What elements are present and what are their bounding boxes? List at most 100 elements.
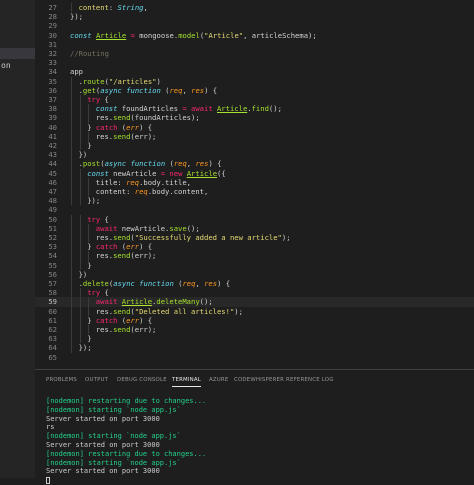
tab-codewhisperer-reference-log[interactable]: CODEWHISPERER REFERENCE LOG xyxy=(234,377,334,383)
code-token: title: xyxy=(95,177,127,187)
sidebar-item[interactable] xyxy=(0,36,36,47)
code-line[interactable]: 32 //Routing xyxy=(35,49,474,58)
tab-azure[interactable]: AZURE xyxy=(209,377,228,383)
tab-debug-console[interactable]: DEBUG CONSOLE xyxy=(117,377,167,383)
terminal-output[interactable]: [nodemon] restarting due to changes... [n… xyxy=(46,397,466,485)
code-line[interactable]: 35 .route("/articles") xyxy=(35,76,474,86)
indent-guide xyxy=(79,297,81,307)
code-line[interactable]: 61} catch (err) { xyxy=(35,315,474,325)
line-number: 31 xyxy=(48,39,57,49)
code-token: (); xyxy=(268,104,282,114)
indent-guide xyxy=(79,131,81,141)
code-line[interactable]: 38 const foundArticles = await Article.fi… xyxy=(35,104,474,114)
code-line[interactable]: 58 try { xyxy=(35,288,474,298)
indent-guide xyxy=(79,122,81,132)
terminal-prompt[interactable] xyxy=(46,476,466,485)
code-token: "Article" xyxy=(204,30,244,40)
code-editor[interactable]: 27 content: String, 28}); 29 30 const Article… xyxy=(35,0,474,369)
code-line[interactable]: 29 xyxy=(35,21,474,30)
code-line[interactable]: 60 res.send("Deleted all articles!"); xyxy=(35,306,474,316)
code-line[interactable]: 63} xyxy=(35,334,474,344)
code-token: req xyxy=(126,177,140,187)
code-line[interactable]: 62 res.send(err); xyxy=(35,325,474,335)
code-line[interactable]: 45 const newArticle = new Article({ xyxy=(35,168,474,178)
indent-guide xyxy=(71,187,72,197)
indent-guide xyxy=(71,141,72,151)
code-line[interactable]: 55} xyxy=(35,260,474,270)
indent-guide xyxy=(71,131,72,141)
code-line[interactable]: 59 await Article.deleteMany(); xyxy=(35,297,474,307)
indent-guide xyxy=(79,187,81,197)
code-line[interactable]: 42} xyxy=(35,141,474,151)
code-line[interactable]: 56}) xyxy=(35,269,474,279)
code-line[interactable]: 30 const Article = mongoose.model("Articl… xyxy=(35,31,474,40)
code-token: send xyxy=(113,233,131,242)
code-token: (); xyxy=(186,223,200,233)
code-text: res.send(err); xyxy=(96,325,157,334)
line-number: 62 xyxy=(48,325,57,334)
code-line[interactable]: 47 content: req.body.content, xyxy=(35,187,474,197)
code-line[interactable]: 33 xyxy=(35,58,474,67)
indent-guide xyxy=(71,315,72,325)
line-number: 40 xyxy=(48,122,57,132)
code-line[interactable]: 39 res.send(foundArticles); xyxy=(35,113,474,123)
indent-guide xyxy=(88,113,90,123)
code-line[interactable]: 34 app xyxy=(35,67,474,76)
code-line[interactable]: 49 xyxy=(35,205,474,214)
terminal-line: [nodemon] starting `node app.js` xyxy=(46,432,181,441)
tab-problems[interactable]: PROBLEMS xyxy=(46,377,77,383)
line-number: 37 xyxy=(48,95,57,104)
code-token: delete xyxy=(82,279,109,288)
code-line[interactable]: 50 try { xyxy=(35,214,474,224)
indent-guide xyxy=(71,3,72,13)
indent-guide xyxy=(71,214,72,224)
code-line[interactable]: 54 res.send(err); xyxy=(35,251,474,261)
code-line[interactable]: 46 title: req.body.title, xyxy=(35,177,474,187)
code-line[interactable]: 65 xyxy=(35,353,474,362)
sidebar-item[interactable] xyxy=(0,72,36,83)
sidebar-item[interactable] xyxy=(0,24,36,35)
indent-guide xyxy=(71,233,72,243)
code-line[interactable]: 40} catch (err) { xyxy=(35,122,474,132)
code-text: .route("/articles") xyxy=(79,77,161,86)
code-line[interactable]: 36 .get(async function (req, res) { xyxy=(35,85,474,95)
code-token: catch xyxy=(95,315,118,325)
code-token: catch xyxy=(95,122,118,132)
sidebar-item[interactable] xyxy=(0,48,36,59)
line-number: 63 xyxy=(48,334,57,344)
indent-guide xyxy=(79,196,81,206)
tab-output[interactable]: OUTPUT xyxy=(85,377,108,383)
code-token: "/articles" xyxy=(108,76,157,86)
code-line[interactable]: 52 res.send("Successfully added a new art… xyxy=(35,233,474,243)
sidebar-item[interactable]: on xyxy=(0,60,36,71)
code-line[interactable]: 48}); xyxy=(35,196,474,206)
code-line[interactable]: 43}) xyxy=(35,150,474,160)
code-text: await newArticle.save(); xyxy=(96,224,200,233)
code-token: res. xyxy=(95,113,114,123)
code-text: const Article = mongoose.model("Article"… xyxy=(70,31,317,40)
code-line[interactable]: 57 .delete(async function (req, res) { xyxy=(35,279,474,289)
indent-guide xyxy=(71,242,72,252)
code-line[interactable]: 51 await newArticle.save(); xyxy=(35,223,474,233)
code-token: , xyxy=(182,85,192,95)
code-line[interactable]: 27 content: String, xyxy=(35,3,474,13)
code-line[interactable]: 44 .post(async function (req, res) { xyxy=(35,159,474,169)
indent-guide xyxy=(79,104,81,114)
tab-terminal[interactable]: TERMINAL xyxy=(172,377,202,387)
line-number: 27 xyxy=(48,3,57,12)
indent-guide xyxy=(88,297,90,307)
code-token: } xyxy=(87,141,92,150)
code-token: try xyxy=(87,214,101,224)
code-line[interactable]: 53} catch (err) { xyxy=(35,242,474,252)
code-line[interactable]: 31 xyxy=(35,40,474,49)
code-line[interactable]: 41 res.send(err); xyxy=(35,131,474,141)
line-number: 56 xyxy=(48,269,57,279)
code-line[interactable]: 37 try { xyxy=(35,95,474,105)
code-line[interactable]: 28}); xyxy=(35,12,474,21)
code-line[interactable]: 64}); xyxy=(35,343,474,353)
code-token: , xyxy=(195,279,205,288)
code-token: const xyxy=(95,104,122,114)
terminal-line: Server started on port 3000 xyxy=(46,467,160,476)
indent-guide xyxy=(88,233,90,243)
code-token: await xyxy=(95,223,122,233)
